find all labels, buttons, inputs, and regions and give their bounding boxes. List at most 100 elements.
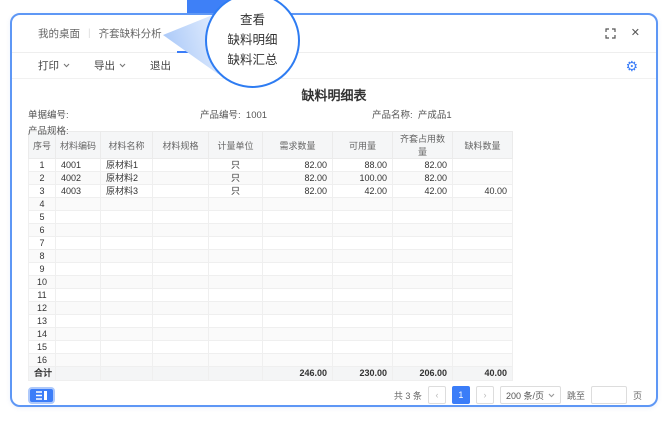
table-cell bbox=[56, 237, 101, 250]
total-cell bbox=[153, 367, 209, 381]
caret-down-icon bbox=[119, 63, 126, 68]
jump-suffix: 页 bbox=[633, 389, 642, 402]
table-cell bbox=[333, 263, 393, 276]
table-cell: 100.00 bbox=[333, 172, 393, 185]
table-cell bbox=[453, 237, 513, 250]
total-cell: 246.00 bbox=[263, 367, 333, 381]
table-cell bbox=[453, 354, 513, 367]
column-header: 计量单位 bbox=[209, 132, 263, 159]
table-cell bbox=[333, 354, 393, 367]
table-cell bbox=[393, 315, 453, 328]
table-row: 24002原材料2只82.00100.0082.00 bbox=[29, 172, 513, 185]
current-page-button[interactable]: 1 bbox=[452, 386, 470, 404]
table-cell bbox=[209, 354, 263, 367]
table-cell bbox=[453, 250, 513, 263]
table-cell bbox=[101, 276, 153, 289]
table-row: 16 bbox=[29, 354, 513, 367]
tab-my-desktop[interactable]: 我的桌面 bbox=[38, 26, 80, 41]
column-header: 齐套占用数量 bbox=[393, 132, 453, 159]
table-cell bbox=[153, 302, 209, 315]
page-size-select[interactable]: 200 条/页 bbox=[500, 386, 561, 404]
table-cell bbox=[209, 198, 263, 211]
expand-icon[interactable] bbox=[605, 28, 616, 39]
table-cell bbox=[393, 354, 453, 367]
next-page-button[interactable]: › bbox=[476, 386, 494, 404]
list-view-button[interactable] bbox=[28, 387, 55, 404]
column-header: 材料名称 bbox=[101, 132, 153, 159]
table-cell bbox=[263, 263, 333, 276]
print-button[interactable]: 打印 bbox=[38, 58, 70, 73]
tab-shortage-analysis[interactable]: 齐套缺料分析 bbox=[99, 26, 162, 41]
table-cell bbox=[209, 289, 263, 302]
table-cell bbox=[56, 341, 101, 354]
table-cell: 42.00 bbox=[393, 185, 453, 198]
table-cell: 8 bbox=[29, 250, 56, 263]
table-cell bbox=[263, 328, 333, 341]
table-cell: 88.00 bbox=[333, 159, 393, 172]
table-cell bbox=[56, 250, 101, 263]
page-jump-input[interactable] bbox=[591, 386, 627, 404]
table-cell bbox=[453, 328, 513, 341]
table-cell: 82.00 bbox=[263, 159, 333, 172]
table-cell bbox=[393, 250, 453, 263]
total-count-text: 共 3 条 bbox=[394, 389, 422, 402]
table-cell: 14 bbox=[29, 328, 56, 341]
table-cell: 15 bbox=[29, 341, 56, 354]
column-header: 需求数量 bbox=[263, 132, 333, 159]
export-label: 导出 bbox=[94, 58, 115, 73]
table-cell bbox=[209, 302, 263, 315]
table-row: 10 bbox=[29, 276, 513, 289]
table-cell bbox=[263, 276, 333, 289]
print-label: 打印 bbox=[38, 58, 59, 73]
table-cell bbox=[333, 198, 393, 211]
table-cell bbox=[56, 289, 101, 302]
table-cell bbox=[56, 354, 101, 367]
table-cell: 原材料1 bbox=[101, 159, 153, 172]
table-cell bbox=[393, 289, 453, 302]
table-row: 5 bbox=[29, 211, 513, 224]
callout-line: 缺料明细 bbox=[227, 32, 277, 49]
table-cell bbox=[101, 211, 153, 224]
table-cell bbox=[101, 315, 153, 328]
table-cell bbox=[153, 198, 209, 211]
table-cell bbox=[393, 211, 453, 224]
table-cell bbox=[153, 276, 209, 289]
table-cell bbox=[209, 341, 263, 354]
prev-page-button[interactable]: ‹ bbox=[428, 386, 446, 404]
table-cell: 10 bbox=[29, 276, 56, 289]
table-cell: 4 bbox=[29, 198, 56, 211]
total-cell bbox=[101, 367, 153, 381]
pagination-bar: 共 3 条 ‹ 1 › 200 条/页 跳至 页 bbox=[28, 385, 642, 405]
table-cell: 12 bbox=[29, 302, 56, 315]
gear-icon[interactable]: ⚙ bbox=[625, 59, 638, 73]
table-cell bbox=[263, 354, 333, 367]
table-cell bbox=[56, 211, 101, 224]
table-cell bbox=[153, 289, 209, 302]
table-cell: 只 bbox=[209, 159, 263, 172]
table-cell bbox=[453, 341, 513, 354]
export-button[interactable]: 导出 bbox=[94, 58, 126, 73]
table-cell: 5 bbox=[29, 211, 56, 224]
table-cell bbox=[453, 315, 513, 328]
table-cell bbox=[393, 328, 453, 341]
table-cell bbox=[153, 172, 209, 185]
close-icon[interactable]: ✕ bbox=[631, 28, 640, 39]
table-cell: 6 bbox=[29, 224, 56, 237]
table-cell bbox=[393, 237, 453, 250]
table-cell: 3 bbox=[29, 185, 56, 198]
table-row: 9 bbox=[29, 263, 513, 276]
table-cell bbox=[453, 159, 513, 172]
total-cell bbox=[56, 367, 101, 381]
table-cell bbox=[453, 276, 513, 289]
product-name-field: 产品名称: 产成品1 bbox=[372, 107, 452, 121]
column-header: 可用量 bbox=[333, 132, 393, 159]
list-view-icon bbox=[35, 390, 48, 401]
table-row: 15 bbox=[29, 341, 513, 354]
table-cell: 原材料3 bbox=[101, 185, 153, 198]
table-cell: 9 bbox=[29, 263, 56, 276]
table-cell: 只 bbox=[209, 185, 263, 198]
table-cell bbox=[393, 276, 453, 289]
total-cell: 40.00 bbox=[453, 367, 513, 381]
table-cell bbox=[209, 315, 263, 328]
table-cell bbox=[333, 341, 393, 354]
